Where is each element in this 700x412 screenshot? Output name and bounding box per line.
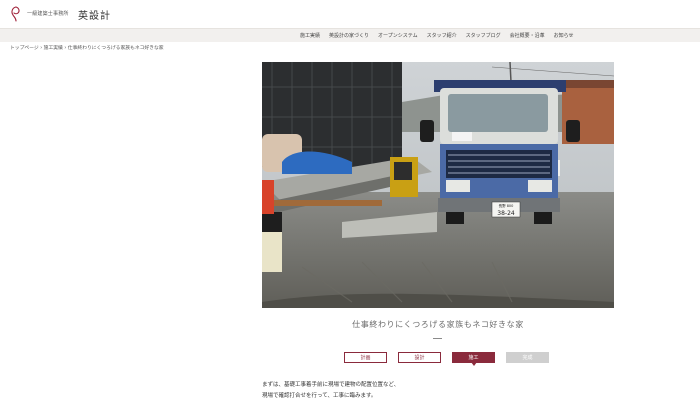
plate-region: 長野 800 — [499, 203, 514, 208]
post-title: 仕事終わりにくつろげる家族もネコ好きな家 — [352, 320, 524, 329]
logo-icon[interactable] — [10, 6, 22, 22]
post-body: まずは、基礎工事着手前に現場で建物の配置位置など、 現場で確認打合せを行って、工… — [262, 380, 399, 402]
nav-item[interactable]: スタッフブログ — [466, 32, 501, 39]
logo-name[interactable]: 英設計 — [78, 7, 111, 22]
logo-subtitle: 一級建築士事務所 — [27, 11, 69, 17]
step-label: 施工 — [468, 355, 479, 361]
step-tab[interactable]: 計画 — [344, 352, 387, 363]
breadcrumb: トップページ › 施工実績 › 仕事終わりにくつろげる家族もネコ好きな家 — [10, 46, 164, 51]
body-line: 現場で確認打合せを行って、工事に臨みます。 — [262, 393, 377, 399]
construction-photo: 長野 800 38-24 — [262, 62, 614, 308]
body-line: まずは、基礎工事着手前に現場で建物の配置位置など、 — [262, 382, 400, 388]
step-label: 設計 — [414, 355, 425, 361]
construction-steps: 計画 設計 施工 完成 — [344, 352, 549, 366]
step-label: 完成 — [522, 355, 533, 361]
step-label: 計画 — [360, 355, 371, 361]
step-tab[interactable]: 設計 — [398, 352, 441, 363]
active-step-arrow — [470, 362, 477, 366]
nav-item[interactable]: スタッフ紹介 — [427, 32, 457, 39]
site-header: 一級建築士事務所 英設計 — [0, 0, 700, 28]
nav-item[interactable]: 英設計の家づくり — [329, 32, 369, 39]
step-tab[interactable]: 完成 — [506, 352, 549, 363]
step-tab[interactable]: 施工 — [452, 352, 495, 366]
nav-item[interactable]: 会社概要・沿革 — [510, 32, 545, 39]
title-divider — [433, 338, 442, 339]
nav-item[interactable]: 施工実績 — [300, 32, 320, 39]
nav-item[interactable]: オープンシステム — [378, 32, 418, 39]
plate-number: 38-24 — [497, 210, 515, 217]
nav-item[interactable]: お知らせ — [554, 32, 574, 39]
global-nav: 施工実績 英設計の家づくり オープンシステム スタッフ紹介 スタッフブログ 会社概要・沿革… — [0, 28, 700, 42]
